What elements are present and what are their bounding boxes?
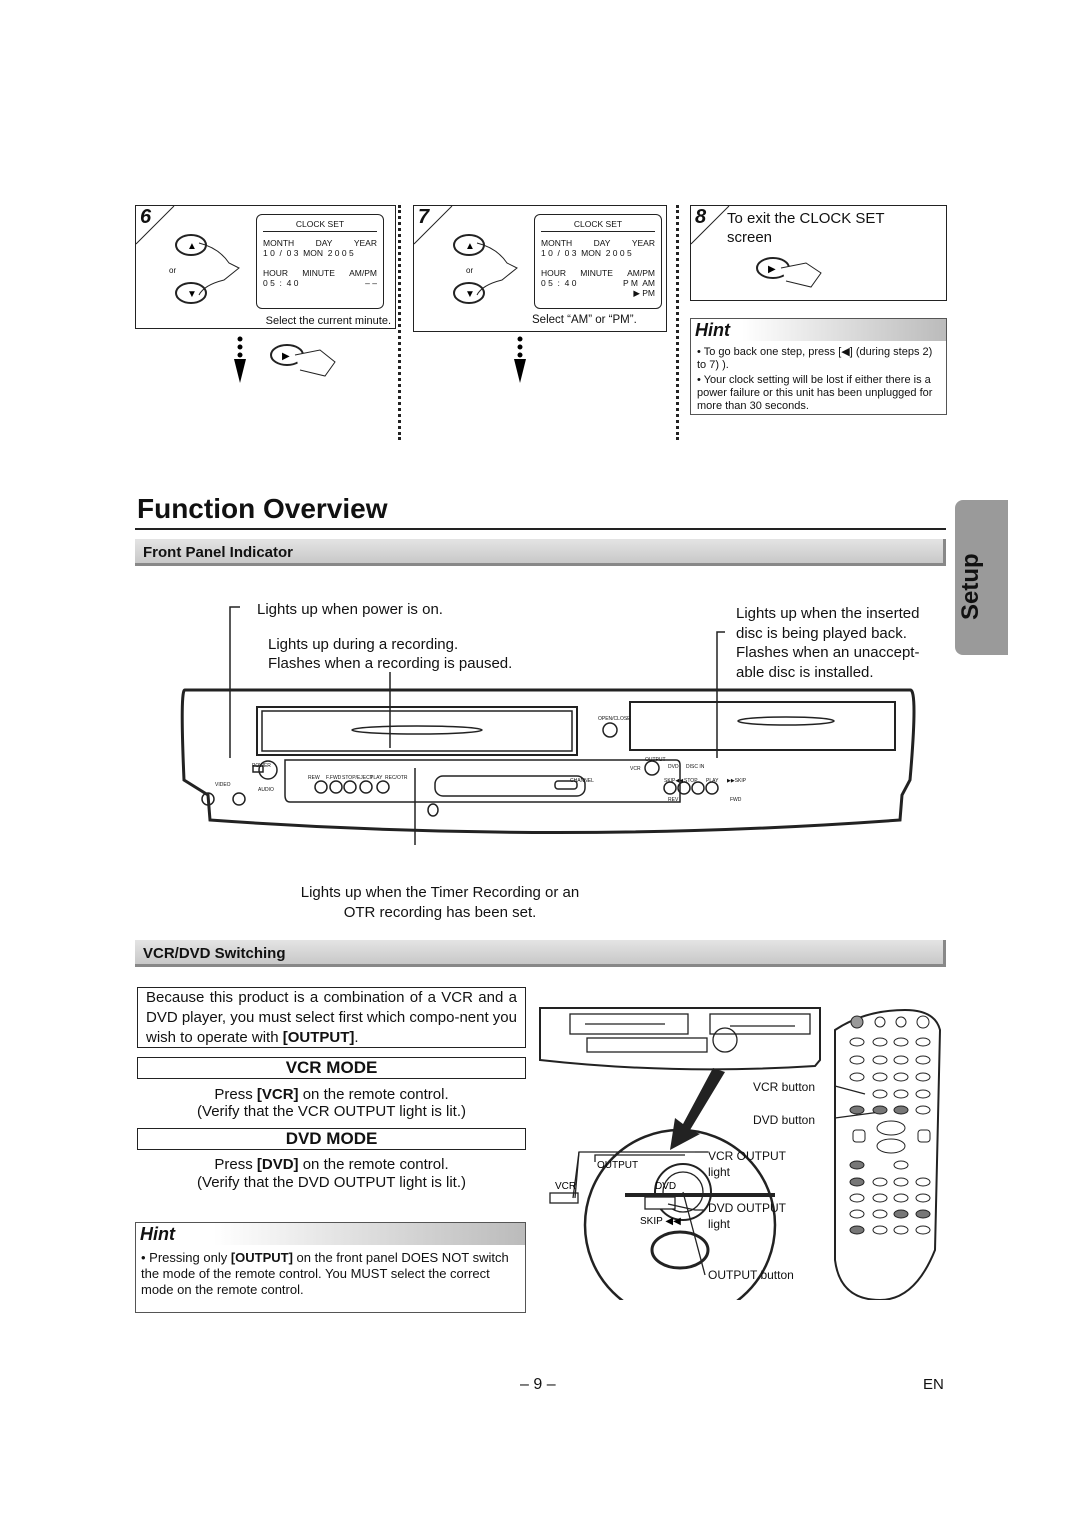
svg-text:OUTPUT: OUTPUT xyxy=(597,1160,638,1171)
hint-box: Hint • To go back one step, press [◀] (d… xyxy=(690,318,947,415)
section-tab: Setup xyxy=(955,500,1008,655)
step-caption: Select “AM” or “PM”. xyxy=(532,314,637,326)
next-arrow-with-play: ▶ xyxy=(234,336,336,383)
play-button-press-icon: ▶ xyxy=(756,257,822,288)
svg-text:▼: ▼ xyxy=(465,289,475,300)
step-7-box: 7 ▲ ▼ or CLOCK SET MONTH DAY YEAR 1 0 / 0 … xyxy=(413,205,667,332)
step-number: 7 xyxy=(418,206,430,228)
svg-text:▼: ▼ xyxy=(187,289,197,300)
clock-set-screen: CLOCK SET MONTH DAY YEAR 1 0 / 0 3 MON 2 0… xyxy=(256,214,384,309)
dvd-output-callout: DVD OUTPUT light xyxy=(708,1201,786,1231)
svg-text:SKIP ◀◀: SKIP ◀◀ xyxy=(640,1216,681,1227)
svg-text:▲: ▲ xyxy=(465,241,475,252)
hint-box: Hint • Pressing only [OUTPUT] on the fro… xyxy=(135,1222,526,1313)
up-down-buttons-icon: ▲ ▼ xyxy=(175,234,240,304)
page-number: – 9 – xyxy=(520,1376,556,1393)
svg-text:DVD: DVD xyxy=(655,1181,676,1192)
dotted-divider xyxy=(398,205,401,440)
page-title: Function Overview xyxy=(137,493,388,524)
vcr-button-callout: VCR button xyxy=(753,1080,816,1094)
front-panel-illustration xyxy=(180,606,916,845)
dvd-button-callout: DVD button xyxy=(753,1113,816,1127)
step-8-box: 8 To exit the CLOCK SET screen ▶ xyxy=(690,205,947,301)
svg-text:▶: ▶ xyxy=(768,264,776,275)
next-arrow xyxy=(514,336,526,383)
vcr-mode-heading: VCR MODE xyxy=(137,1057,526,1079)
step-caption: Select the current minute. xyxy=(265,315,391,327)
section-header: VCR/DVD Switching xyxy=(135,940,946,967)
title-rule xyxy=(135,528,946,530)
section-header: Front Panel Indicator xyxy=(135,539,946,566)
timer-note: Lights up when the Timer Recording or an… xyxy=(300,884,580,921)
vcr-output-callout: VCR OUTPUT light xyxy=(708,1149,786,1179)
language-code: EN xyxy=(923,1376,944,1393)
dvd-mode-heading: DVD MODE xyxy=(137,1128,526,1150)
svg-text:▲: ▲ xyxy=(187,241,197,252)
clock-set-screen: CLOCK SET MONTH DAY YEAR 1 0 / 0 3 MON 2 0… xyxy=(534,214,662,309)
svg-text:▶: ▶ xyxy=(282,351,290,362)
step-number: 6 xyxy=(140,206,152,228)
svg-text:VCR: VCR xyxy=(555,1181,576,1192)
up-down-buttons-icon: ▲ ▼ xyxy=(453,234,518,304)
intro-box: Because this product is a combination of… xyxy=(137,987,526,1048)
step-6-box: 6 ▲ ▼ or CLOCK SET MONTH DAY YEAR 1 0 / 0 … xyxy=(135,205,396,329)
output-button-callout: OUTPUT button xyxy=(708,1268,794,1282)
dotted-divider xyxy=(676,205,679,440)
